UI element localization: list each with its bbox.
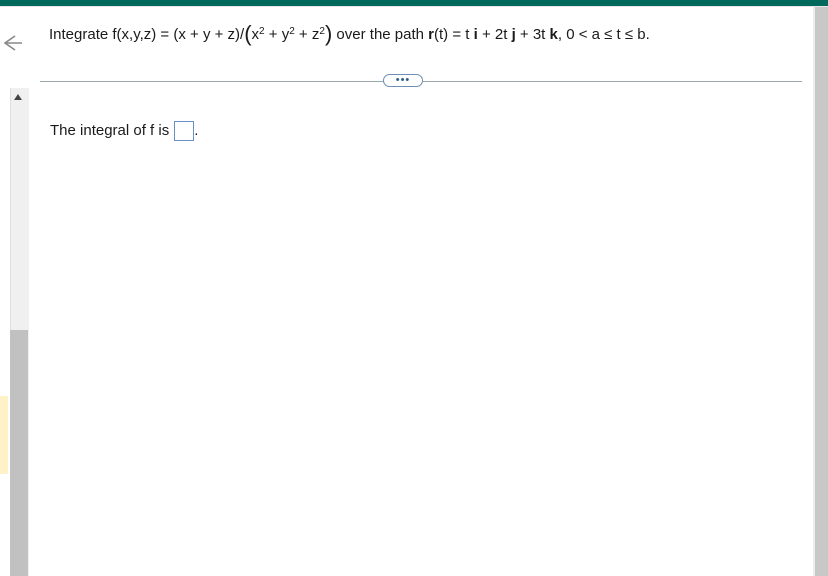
vector-k: k bbox=[549, 26, 558, 43]
x-term: x bbox=[251, 26, 260, 43]
y-exponent: 2 bbox=[289, 26, 295, 37]
i-rest: + 2t bbox=[477, 26, 512, 43]
scroll-up-arrow-icon[interactable] bbox=[14, 94, 22, 100]
close-paren: ) bbox=[324, 21, 333, 47]
answer-input[interactable] bbox=[174, 121, 195, 142]
x-exponent: 2 bbox=[259, 26, 265, 37]
back-arrow-icon[interactable] bbox=[0, 32, 22, 54]
left-scrollbar-thumb[interactable] bbox=[10, 330, 28, 576]
open-paren: ( bbox=[244, 21, 252, 47]
r-rest: (t) = t bbox=[434, 26, 474, 43]
side-marker-tab bbox=[0, 396, 8, 474]
question-tail: , 0 < a ≤ t ≤ b. bbox=[557, 26, 650, 43]
right-scrollbar[interactable] bbox=[815, 7, 828, 576]
question-text: Integrate f(x,y,z) = (x + y + z)/(x2 + y… bbox=[49, 21, 809, 48]
question-mid: over the path bbox=[332, 26, 429, 43]
more-options-button[interactable]: ••• bbox=[383, 74, 423, 87]
plus-1: + bbox=[264, 26, 282, 43]
question-prefix: Integrate f(x,y,z) = (x + y + z)/ bbox=[49, 26, 245, 43]
answer-row: The integral of f is. bbox=[50, 120, 198, 142]
j-rest: + 3t bbox=[515, 26, 550, 43]
top-divider bbox=[0, 6, 828, 7]
answer-period: . bbox=[194, 122, 199, 140]
answer-label: The integral of f is bbox=[50, 122, 170, 139]
plus-2: + bbox=[294, 26, 312, 43]
